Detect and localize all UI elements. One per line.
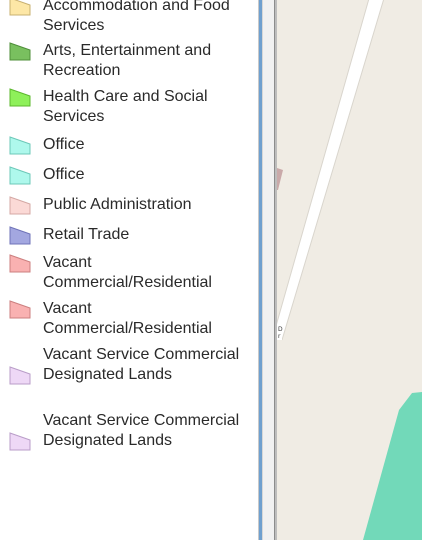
legend-label: Arts, Entertainment and Recreation	[43, 42, 212, 79]
panel-splitter[interactable]	[258, 0, 277, 540]
legend-swatch	[9, 166, 31, 185]
legend-swatch	[9, 88, 31, 107]
legend-label: Health Care and Social Services	[43, 88, 208, 125]
map-view[interactable]: D r	[277, 0, 422, 540]
legend-swatch	[9, 432, 31, 451]
legend-swatch	[9, 42, 31, 61]
legend-label: Vacant Commercial/Residential	[43, 254, 212, 291]
legend-swatch	[9, 254, 31, 273]
legend-swatch	[9, 136, 31, 155]
legend-label: Office	[43, 166, 85, 183]
map-canvas[interactable]: D r	[277, 0, 422, 540]
parcel	[277, 168, 283, 190]
legend-panel: Accommodation and Food Services Arts, En…	[0, 0, 258, 540]
parcel	[363, 392, 422, 540]
legend-swatch	[9, 196, 31, 215]
legend-swatch	[9, 0, 31, 16]
road-label-text: D	[278, 326, 283, 333]
legend-swatch	[9, 300, 31, 319]
legend-label: Vacant Commercial/Residential	[43, 300, 212, 337]
legend-label: Public Administration	[43, 196, 192, 213]
legend-label: Office	[43, 136, 85, 153]
legend-label: Vacant Service Commercial Designated Lan…	[43, 346, 240, 383]
legend-swatch	[9, 226, 31, 245]
legend-label: Accommodation and Food Services	[43, 0, 230, 34]
legend-label: Vacant Service Commercial Designated Lan…	[43, 412, 240, 449]
legend-swatch	[9, 366, 31, 385]
legend-label: Retail Trade	[43, 226, 130, 243]
